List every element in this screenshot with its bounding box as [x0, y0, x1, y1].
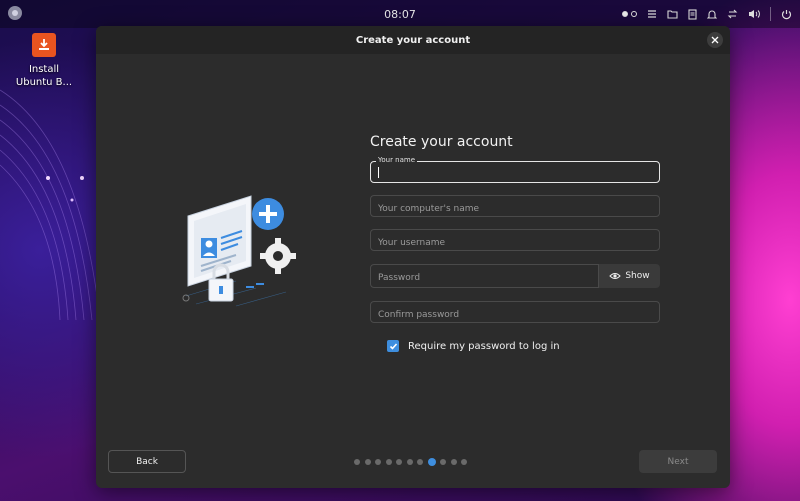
page-dot	[354, 459, 360, 465]
desktop-icon-label: Install Ubuntu B...	[15, 64, 73, 88]
folder-icon[interactable]	[667, 9, 678, 19]
page-indicator	[354, 458, 467, 466]
page-dot	[375, 459, 381, 465]
page-dot	[450, 459, 457, 465]
require-password-label: Require my password to log in	[408, 340, 560, 352]
bell-icon[interactable]	[707, 9, 717, 20]
network-icon[interactable]	[727, 9, 738, 19]
eye-icon	[609, 273, 622, 279]
username-input[interactable]	[371, 233, 659, 253]
show-password-label: Show	[625, 271, 650, 281]
name-field[interactable]: Your name	[370, 156, 660, 185]
workspace-dot	[631, 11, 637, 17]
next-button[interactable]: Next	[639, 450, 717, 473]
username-field[interactable]	[370, 229, 660, 253]
top-bar: 08:07	[0, 0, 800, 28]
clock[interactable]: 08:07	[384, 8, 416, 21]
password-field[interactable]	[370, 264, 599, 289]
require-password-checkbox[interactable]	[387, 340, 399, 352]
back-button[interactable]: Back	[108, 450, 186, 473]
checkmark-icon	[389, 342, 397, 350]
confirm-password-input[interactable]	[371, 305, 659, 325]
volume-icon[interactable]	[748, 9, 760, 19]
name-input[interactable]	[371, 165, 659, 185]
installer-icon	[32, 33, 56, 57]
document-icon[interactable]	[688, 8, 697, 20]
show-password-button[interactable]: Show	[599, 264, 660, 288]
page-dot	[396, 459, 402, 465]
page-dot	[364, 459, 371, 465]
power-icon[interactable]	[781, 9, 792, 20]
form-heading: Create your account	[370, 134, 513, 150]
page-dot	[461, 459, 467, 465]
page-dot	[417, 459, 423, 465]
close-button[interactable]	[707, 32, 723, 48]
window-header: Create your account	[96, 26, 730, 54]
page-dot	[440, 459, 446, 465]
installer-window: Create your account Create your account …	[96, 26, 730, 488]
computer-name-input[interactable]	[371, 199, 659, 219]
list-icon[interactable]	[647, 9, 657, 19]
require-password-option[interactable]: Require my password to log in	[387, 340, 560, 352]
tray-separator	[770, 7, 771, 21]
name-field-label: Your name	[376, 156, 418, 164]
window-title: Create your account	[355, 34, 471, 46]
confirm-password-field[interactable]	[370, 301, 660, 325]
desktop-icon-install-ubuntu[interactable]: Install Ubuntu B...	[15, 33, 73, 89]
system-tray	[622, 0, 792, 28]
close-icon	[711, 36, 719, 44]
page-dot	[385, 459, 392, 465]
page-dot-active	[427, 458, 436, 466]
password-input[interactable]	[371, 267, 598, 289]
text-caret	[378, 167, 379, 178]
page-dot	[406, 459, 413, 465]
ubuntu-logo-icon[interactable]	[7, 5, 23, 21]
workspace-indicator[interactable]	[622, 11, 637, 17]
account-illustration	[182, 195, 296, 307]
workspace-dot	[622, 11, 628, 17]
computer-name-field[interactable]	[370, 195, 660, 219]
